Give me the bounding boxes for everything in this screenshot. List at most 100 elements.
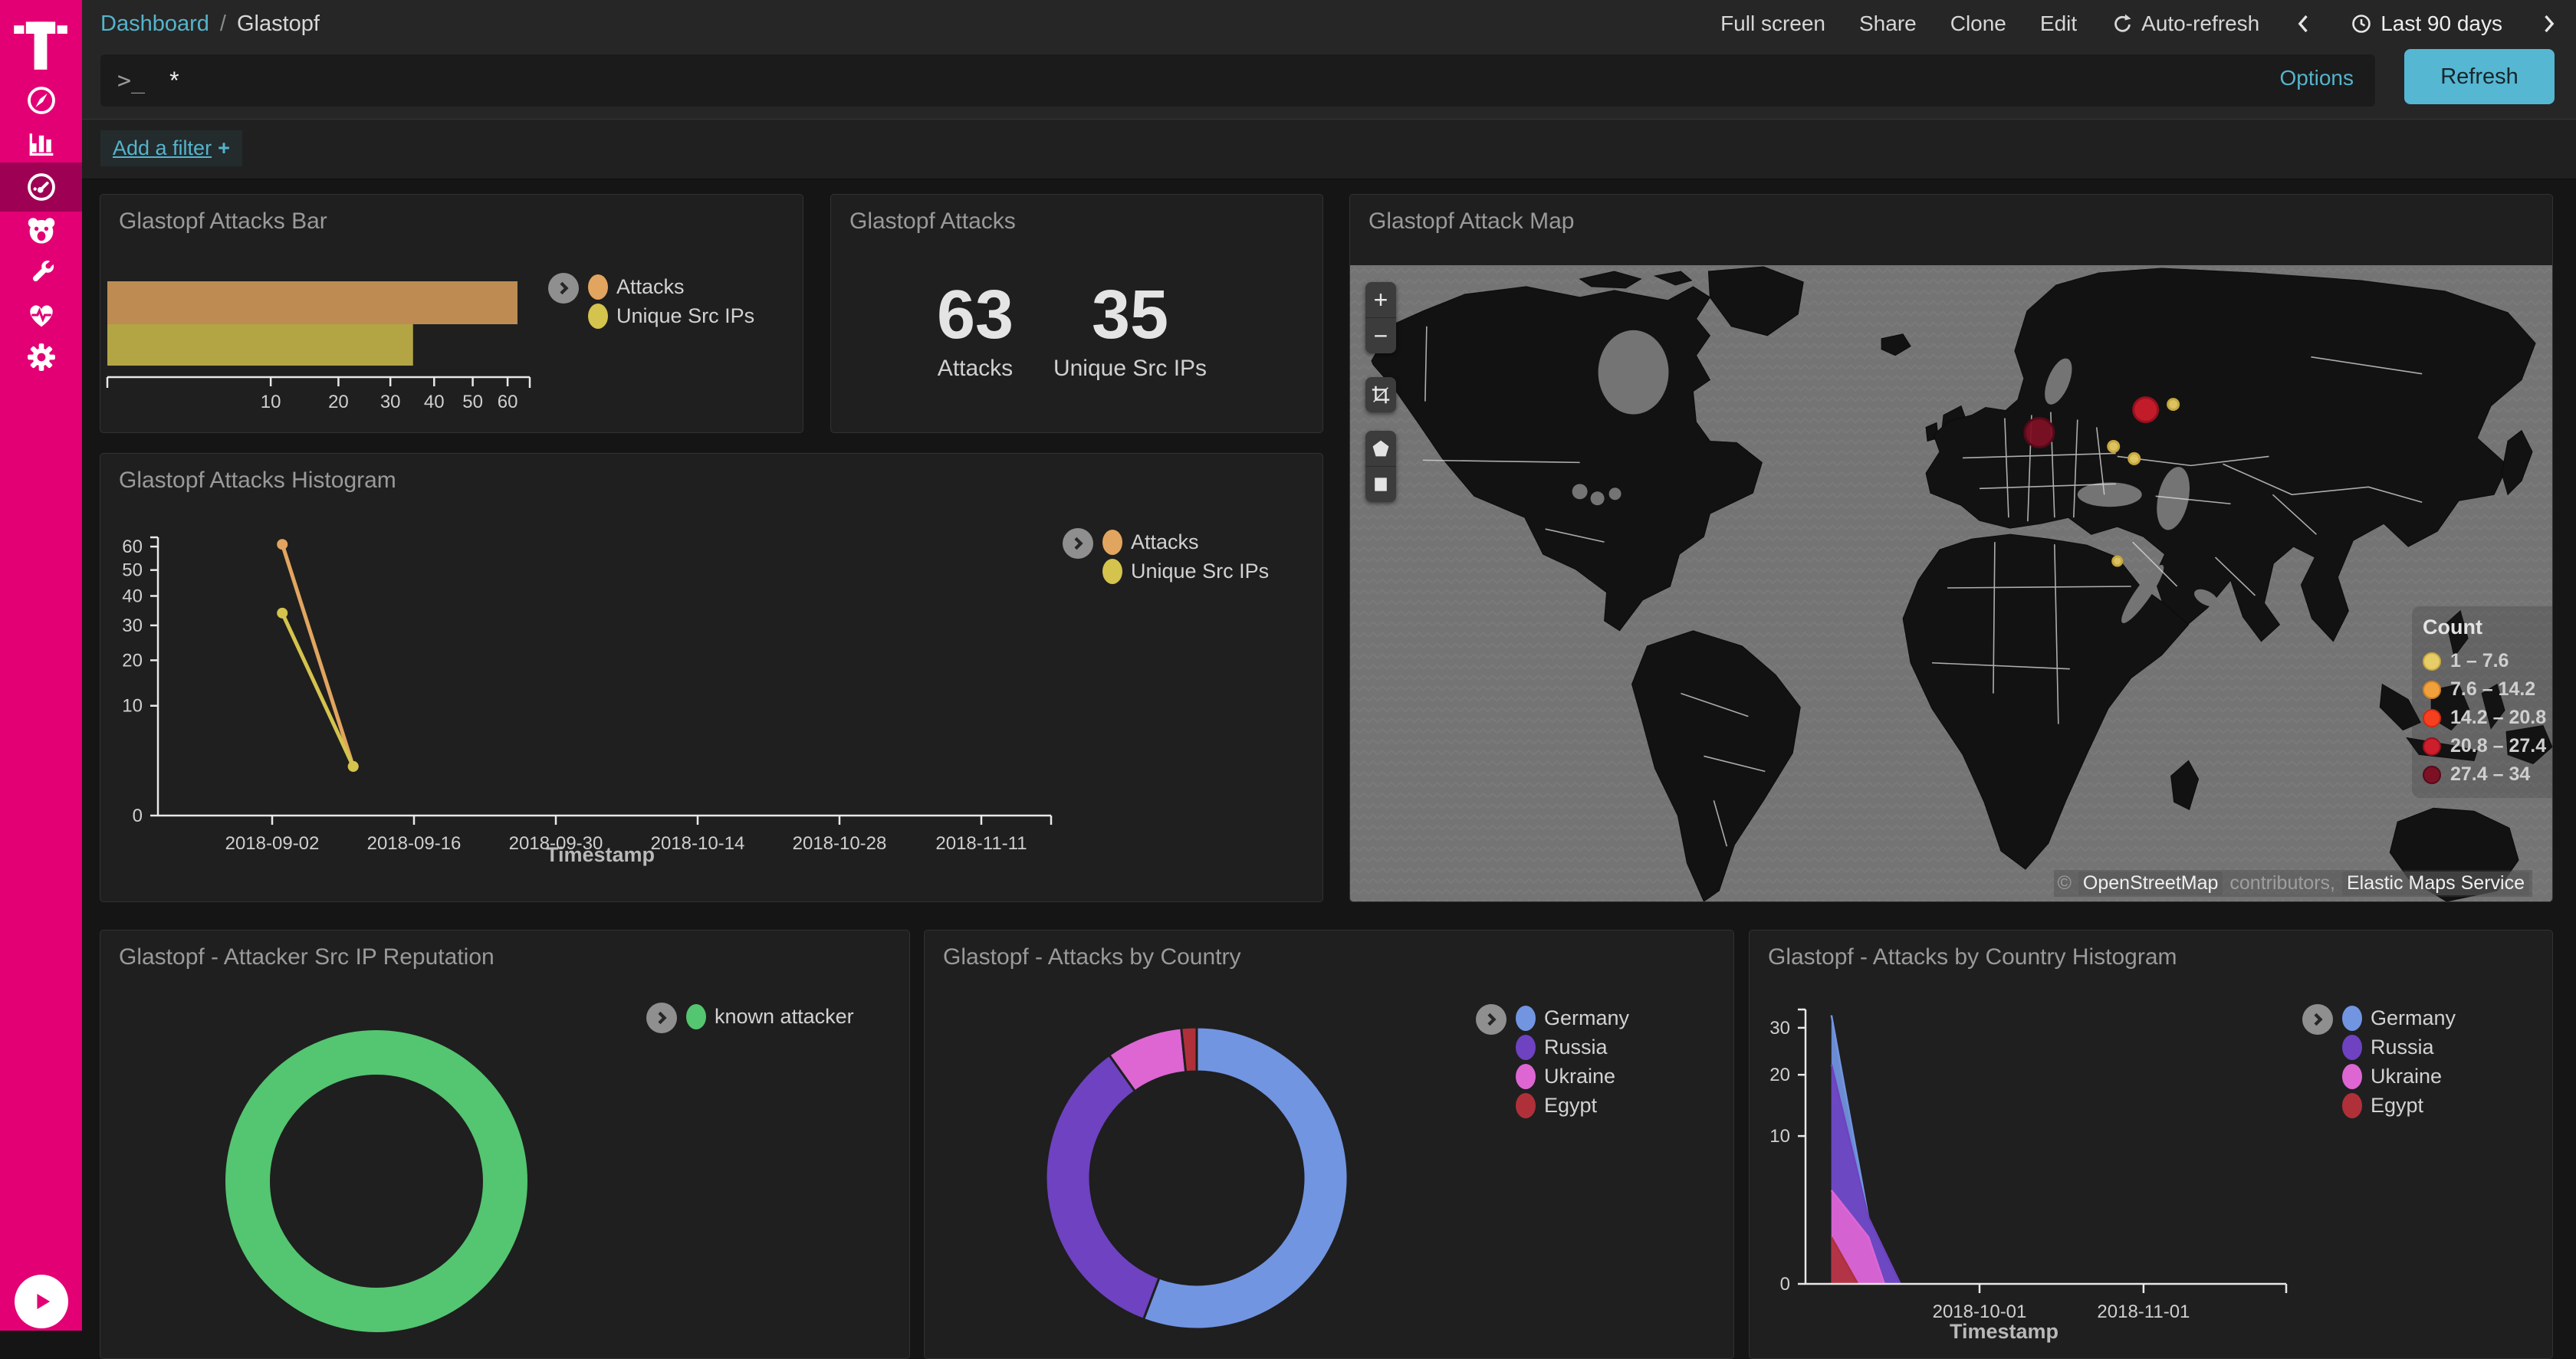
legend-dot-icon <box>2423 652 2441 671</box>
options-link[interactable]: Options <box>2280 66 2354 90</box>
osm-link[interactable]: OpenStreetMap <box>2078 872 2223 895</box>
legend-dot-icon <box>2342 1006 2362 1031</box>
compass-icon <box>24 83 59 118</box>
legend-collapse-icon[interactable] <box>1476 1004 1506 1035</box>
line-series[interactable] <box>282 544 353 766</box>
legend-item[interactable]: Ukraine <box>2342 1064 2456 1089</box>
play-circle-icon <box>26 1286 57 1317</box>
data-point[interactable] <box>277 539 288 550</box>
refresh-cw-icon <box>2111 12 2134 35</box>
panel-attacker-src-ip-reputation: Glastopf - Attacker Src IP Reputation kn… <box>100 930 910 1359</box>
sidebar-item-visualize[interactable] <box>0 121 82 166</box>
full-screen-button[interactable]: Full screen <box>1720 11 1825 36</box>
map-legend-item: 14.2 – 20.8 <box>2423 704 2553 732</box>
sidebar-item-dev-tools[interactable] <box>0 251 82 295</box>
legend-label: Unique Src IPs <box>1131 560 1269 583</box>
donut-slice[interactable] <box>1046 1055 1159 1319</box>
chart-legend: known attacker <box>646 1004 854 1033</box>
auto-refresh-button[interactable]: Auto-refresh <box>2111 11 2259 36</box>
sidebar-item-discover[interactable] <box>0 78 82 123</box>
svg-text:30: 30 <box>1769 1018 1790 1039</box>
legend-item[interactable]: known attacker <box>686 1004 854 1029</box>
data-point[interactable] <box>348 761 359 772</box>
svg-text:60: 60 <box>498 392 518 412</box>
chevron-right-icon <box>2536 12 2559 35</box>
add-filter-button[interactable]: Add a filter+ <box>100 130 242 166</box>
sidebar-item-apps[interactable] <box>0 208 82 253</box>
map-dot[interactable] <box>2129 453 2140 464</box>
svg-text:2018-10-01: 2018-10-01 <box>1933 1302 2027 1322</box>
chart-legend: Germany Russia Ukraine Egypt <box>2302 1006 2456 1118</box>
search-input[interactable]: >_ * <box>100 54 2375 107</box>
legend-item[interactable]: Unique Src IPs <box>1102 559 1269 584</box>
refresh-button[interactable]: Refresh <box>2404 49 2555 104</box>
x-axis-title: Timestamp <box>1950 1320 2058 1344</box>
map-attribution: © OpenStreetMap contributors, Elastic Ma… <box>2054 870 2532 897</box>
area-chart: 01020302018-10-012018-11-01 <box>1750 931 2553 1359</box>
breadcrumb-dashboard-link[interactable]: Dashboard <box>100 11 209 37</box>
metric-unique-src-ips: 35 Unique Src IPs <box>1053 281 1207 382</box>
legend-item[interactable]: Germany <box>2342 1006 2456 1031</box>
legend-item[interactable]: Germany <box>1516 1006 1629 1031</box>
donut-chart <box>100 931 910 1359</box>
legend-label: Attacks <box>1131 530 1199 554</box>
map-dot[interactable] <box>2025 419 2054 448</box>
legend-label: Russia <box>2371 1036 2434 1059</box>
zoom-out-button[interactable]: − <box>1365 318 1396 353</box>
draw-polygon-icon[interactable] <box>1365 431 1396 467</box>
sidebar-collapse-button[interactable] <box>15 1275 68 1328</box>
svg-text:40: 40 <box>424 392 445 412</box>
sidebar-item-management[interactable] <box>0 335 82 379</box>
clone-button[interactable]: Clone <box>1950 11 2006 36</box>
svg-text:0: 0 <box>1780 1274 1790 1295</box>
legend-collapse-icon[interactable] <box>646 1003 677 1033</box>
filter-bar: Add a filter+ <box>82 119 2576 179</box>
legend-item[interactable]: Egypt <box>1516 1093 1629 1118</box>
legend-dot-icon <box>2342 1093 2362 1118</box>
query-text: * <box>169 67 179 95</box>
clock-icon <box>2350 12 2373 35</box>
edit-button[interactable]: Edit <box>2040 11 2077 36</box>
map-dot[interactable] <box>2168 399 2179 410</box>
zoom-in-button[interactable]: + <box>1365 282 1396 318</box>
share-button[interactable]: Share <box>1859 11 1917 36</box>
time-back-button[interactable] <box>2293 12 2316 35</box>
time-forward-button[interactable] <box>2536 12 2559 35</box>
sidebar-item-dashboard[interactable] <box>0 162 82 212</box>
legend-item[interactable]: Attacks <box>1102 530 1269 555</box>
metric-value: 63 <box>937 281 1014 350</box>
map-dot[interactable] <box>2108 441 2119 451</box>
legend-item[interactable]: Russia <box>2342 1035 2456 1060</box>
map-canvas <box>1350 265 2552 901</box>
legend-dot-icon <box>588 304 608 329</box>
legend-collapse-icon[interactable] <box>1063 528 1093 559</box>
map-draw-controls <box>1365 431 1396 502</box>
legend-collapse-icon[interactable] <box>2302 1004 2333 1035</box>
world-map[interactable] <box>1350 265 2552 901</box>
telekom-t-logo[interactable] <box>13 12 68 74</box>
legend-item[interactable]: Russia <box>1516 1035 1629 1060</box>
chart-legend: Germany Russia Ukraine Egypt <box>1476 1006 1629 1118</box>
legend-item[interactable]: Egypt <box>2342 1093 2456 1118</box>
draw-rectangle-icon[interactable] <box>1365 467 1396 502</box>
bar-segment[interactable] <box>107 324 413 366</box>
bar-segment[interactable] <box>107 281 518 324</box>
legend-item[interactable]: Unique Src IPs <box>588 304 754 329</box>
time-range-button[interactable]: Last 90 days <box>2350 11 2502 36</box>
donut-slice[interactable] <box>248 1052 505 1310</box>
line-series[interactable] <box>282 613 353 766</box>
data-point[interactable] <box>277 608 288 619</box>
legend-item[interactable]: Attacks <box>588 274 754 300</box>
fit-data-bounds-icon[interactable] <box>1365 377 1396 412</box>
legend-label: 14.2 – 20.8 <box>2450 707 2546 729</box>
legend-item[interactable]: Ukraine <box>1516 1064 1629 1089</box>
ems-link[interactable]: Elastic Maps Service <box>2342 872 2529 895</box>
sidebar-item-monitoring[interactable] <box>0 293 82 337</box>
svg-text:20: 20 <box>1769 1065 1790 1085</box>
breadcrumb: Dashboard / Glastopf <box>100 11 320 37</box>
map-dot[interactable] <box>2113 556 2122 566</box>
legend-label: 7.6 – 14.2 <box>2450 678 2535 701</box>
map-dot[interactable] <box>2134 398 2158 422</box>
app-sidebar <box>0 0 82 1331</box>
legend-collapse-icon[interactable] <box>548 273 579 304</box>
